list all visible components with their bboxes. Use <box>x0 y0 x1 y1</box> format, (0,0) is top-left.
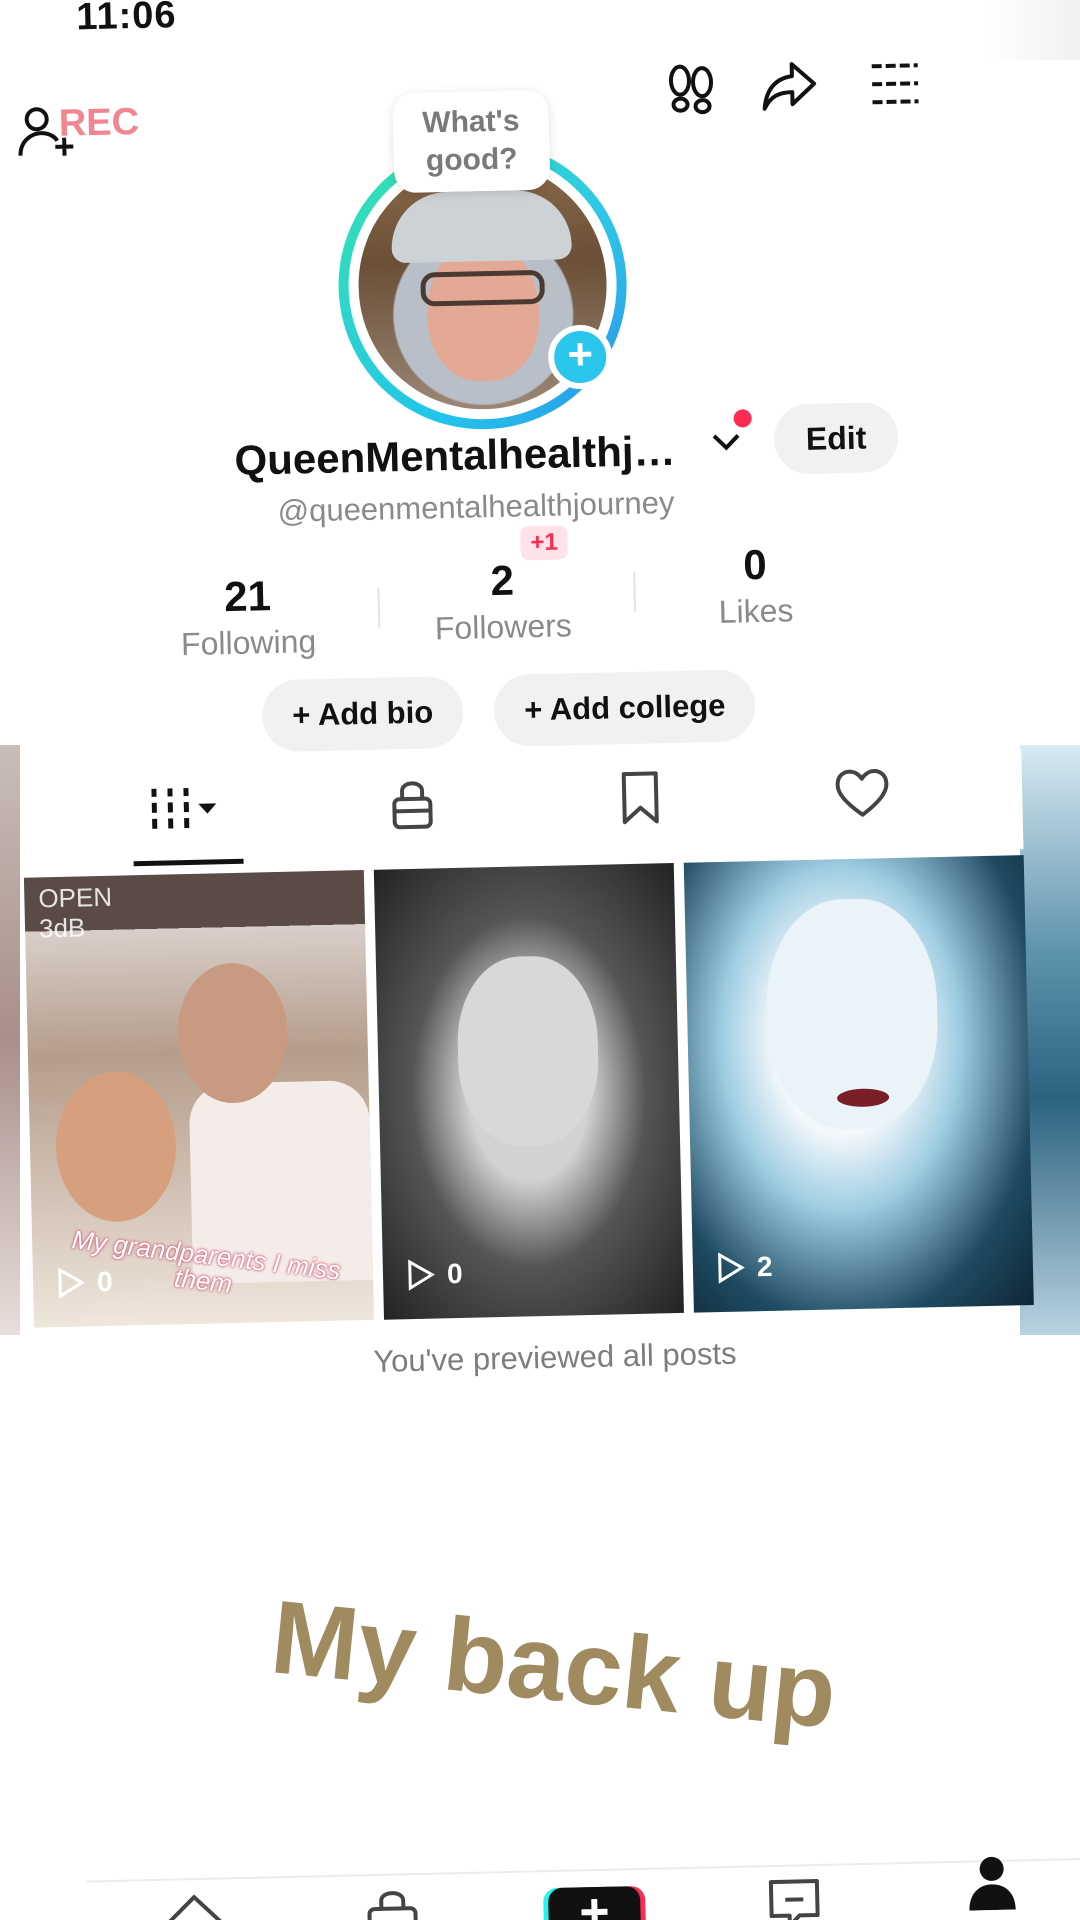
following-stat[interactable]: 21 Following <box>147 570 349 664</box>
bookmark-icon[interactable] <box>610 767 671 828</box>
add-college-button[interactable]: + Add college <box>493 669 757 748</box>
followers-stat[interactable]: 2 Followers <box>402 555 604 649</box>
status-time: 11:06 <box>75 0 177 39</box>
following-label: Following <box>180 623 317 663</box>
stat-divider <box>377 587 381 628</box>
video-overlay-text: OPEN 3dB <box>38 881 113 944</box>
play-icon <box>718 1252 745 1284</box>
lock-icon[interactable] <box>382 772 443 833</box>
likes-stat[interactable]: 0 Likes <box>654 539 856 633</box>
username-handle: @queenmentalhealthjourney <box>277 484 675 529</box>
profile-icon[interactable] <box>956 1849 1027 1911</box>
view-count: 0 <box>407 1258 463 1291</box>
stat-divider <box>633 571 637 612</box>
video-thumbnail[interactable]: 2 <box>683 855 1034 1313</box>
content-tabs <box>21 749 1024 872</box>
tab-videos[interactable] <box>140 777 231 839</box>
create-button[interactable] <box>539 1876 651 1920</box>
display-name[interactable]: QueenMentalhealthj… <box>234 427 676 485</box>
edit-button[interactable]: Edit <box>773 401 899 475</box>
chevron-down-icon[interactable] <box>706 421 747 462</box>
shop-icon[interactable] <box>357 1878 428 1920</box>
status-bubble[interactable]: What's good? <box>392 89 551 194</box>
view-count-value: 0 <box>96 1265 114 1298</box>
profile-screen: 11:06 REC What's good? + QueenMentalheal… <box>0 0 1080 1920</box>
footprints-icon[interactable] <box>661 58 720 117</box>
add-bio-button[interactable]: + Add bio <box>261 675 465 753</box>
followers-label: Followers <box>434 607 573 647</box>
menu-icon[interactable] <box>865 53 924 112</box>
play-icon <box>58 1267 86 1299</box>
home-icon[interactable] <box>159 1882 230 1920</box>
notification-dot <box>733 409 752 428</box>
share-icon[interactable] <box>759 56 818 115</box>
following-count: 21 <box>223 572 272 621</box>
likes-label: Likes <box>718 592 794 630</box>
play-icon <box>408 1259 435 1291</box>
active-tab-indicator <box>133 858 244 867</box>
view-count: 2 <box>717 1251 773 1284</box>
previewed-all-note: You've previewed all posts <box>372 1335 737 1379</box>
overlay-caption: My back up <box>266 1579 842 1751</box>
heart-icon[interactable] <box>832 762 893 823</box>
followers-count: 2 <box>490 556 515 605</box>
video-thumbnail[interactable]: OPEN 3dB My grandparents I miss them 0 <box>23 870 375 1328</box>
add-story-button[interactable]: + <box>547 324 613 390</box>
view-count-value: 0 <box>446 1257 463 1290</box>
video-thumbnail[interactable]: 0 <box>373 863 684 1320</box>
view-count-value: 2 <box>756 1250 773 1283</box>
rec-label: REC <box>58 100 140 145</box>
video-grid: OPEN 3dB My grandparents I miss them 0 0… <box>23 855 1044 1338</box>
likes-count: 0 <box>742 540 768 589</box>
view-count: 0 <box>57 1266 113 1299</box>
inbox-icon[interactable] <box>759 1869 830 1920</box>
